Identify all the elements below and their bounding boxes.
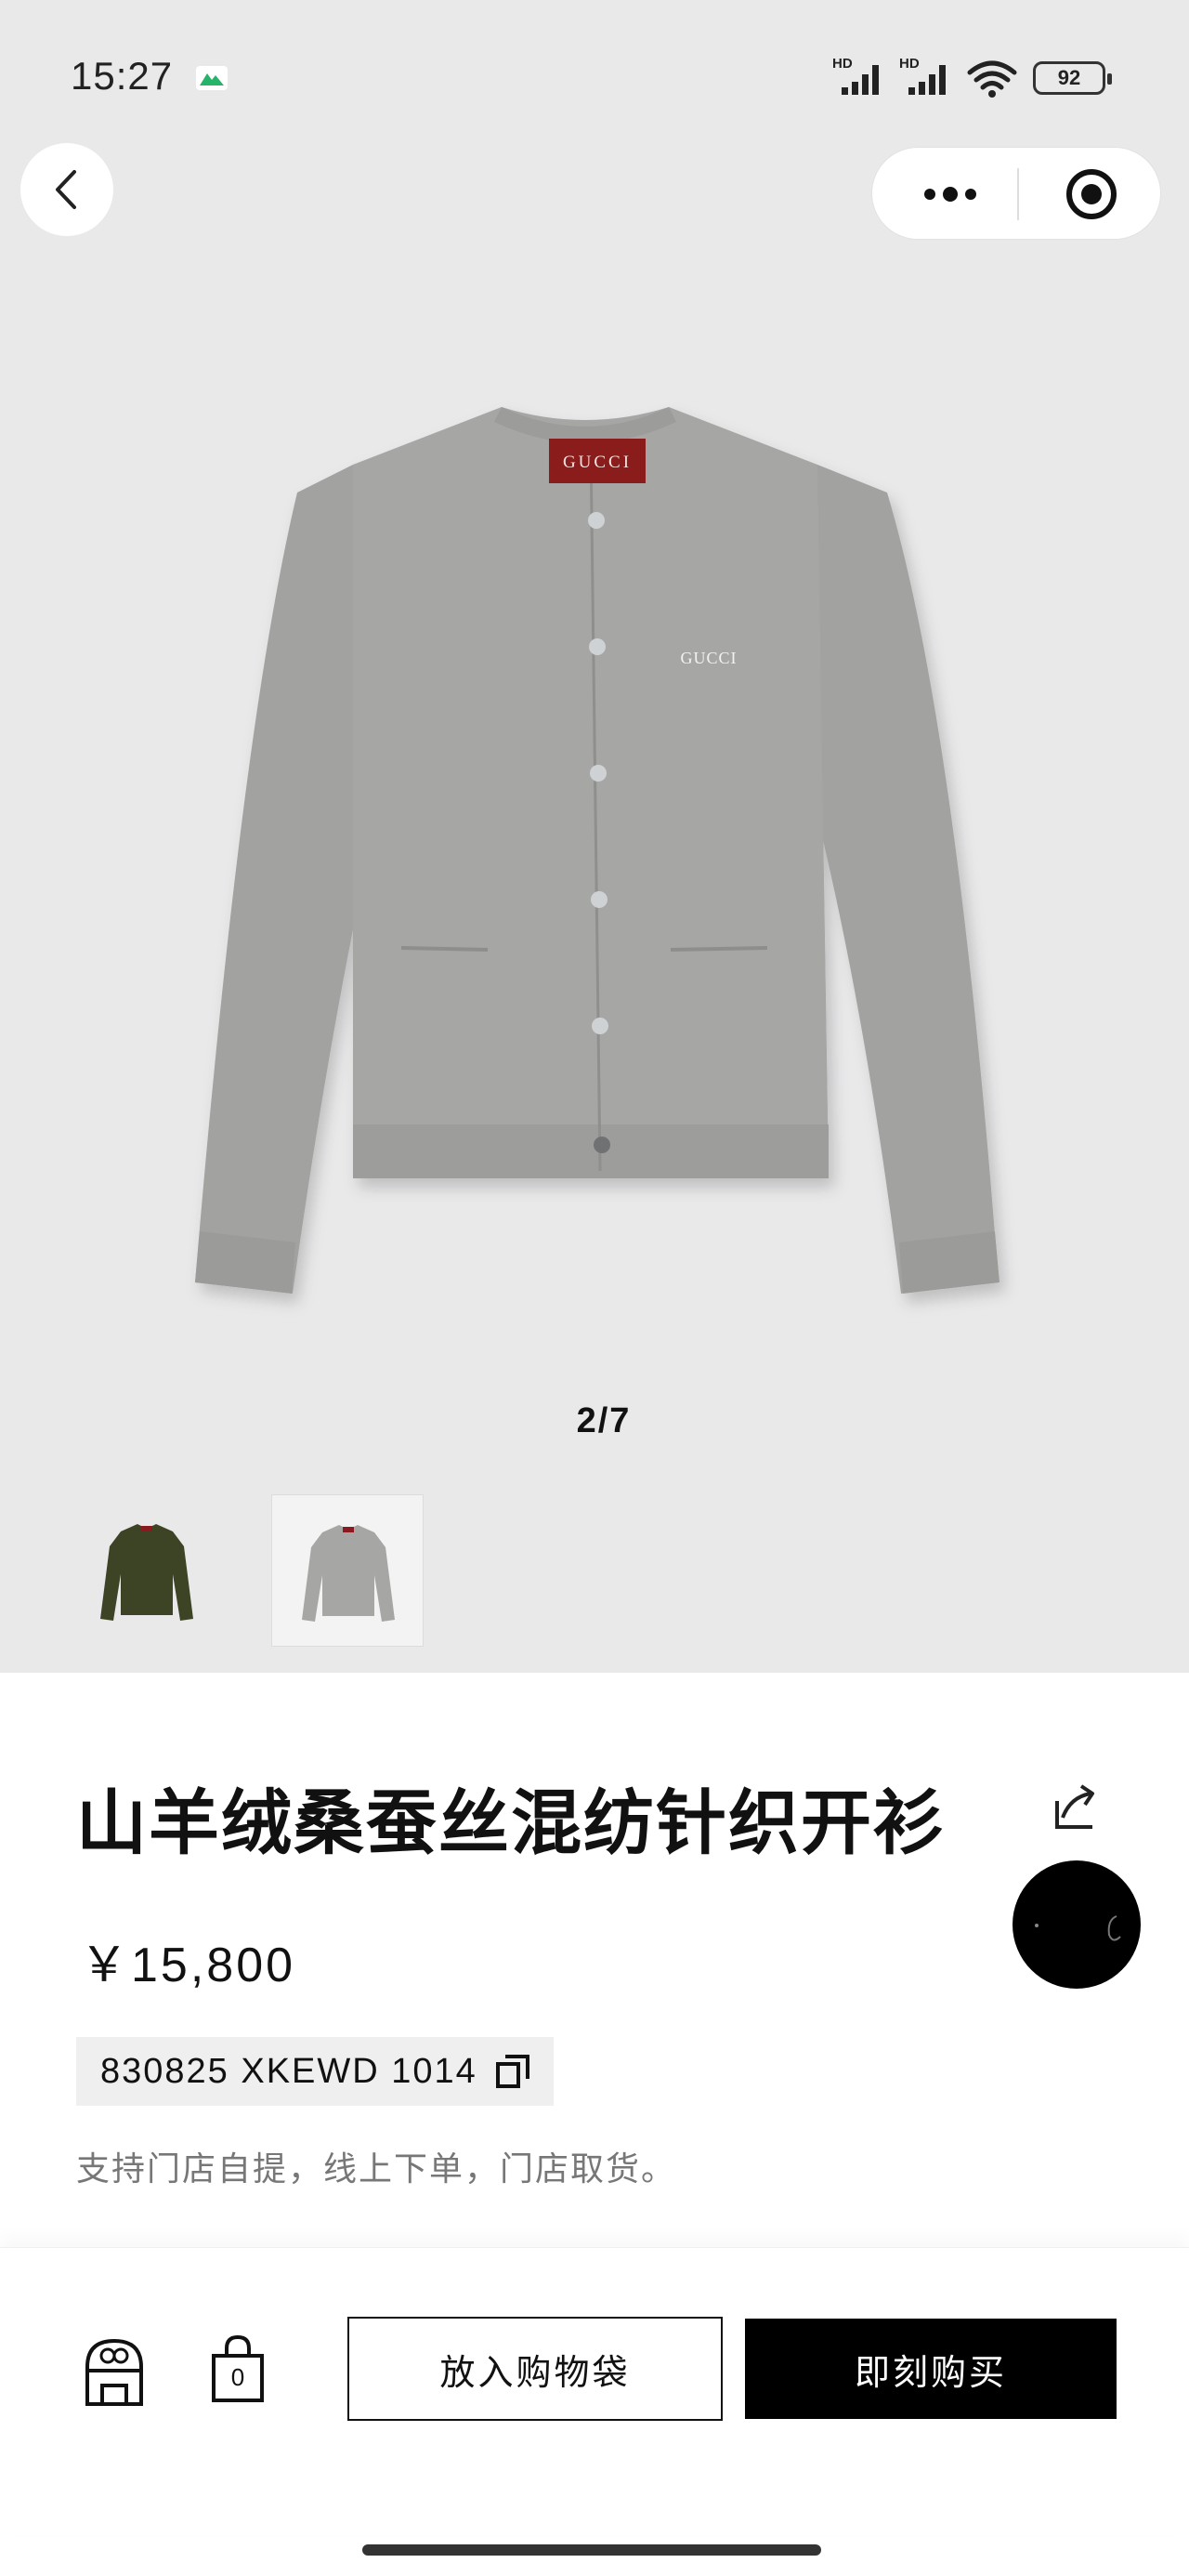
bag-count: 0	[230, 2363, 245, 2391]
status-time: 15:27	[71, 54, 174, 98]
bottom-action-bar: 0 放入购物袋 即刻购买	[0, 2247, 1189, 2535]
capsule-divider	[1017, 168, 1019, 220]
shopping-bag-button[interactable]: 0	[208, 2333, 268, 2404]
mini-program-capsule	[871, 147, 1161, 240]
thumbnail-gray-cardigan[interactable]	[271, 1494, 424, 1647]
share-icon[interactable]	[1048, 1781, 1102, 1834]
add-to-bag-button[interactable]: 放入购物袋	[347, 2317, 723, 2421]
chevron-left-icon	[56, 170, 76, 209]
wifi-icon	[967, 60, 1017, 98]
chest-logo-text: GUCCI	[680, 649, 737, 667]
signal-icon-1: HD	[832, 56, 890, 97]
copy-icon[interactable]	[494, 2053, 531, 2090]
battery-indicator: 92	[1033, 61, 1112, 95]
pickup-note: 支持门店自提，线上下单，门店取货。	[76, 2150, 677, 2188]
more-dots-icon[interactable]	[913, 176, 987, 213]
app-notification-icon	[196, 66, 228, 90]
back-button[interactable]	[20, 143, 113, 236]
floating-service-button[interactable]	[1013, 1860, 1141, 1989]
product-title: 山羊绒桑蚕丝混纺针织开衫	[76, 1781, 946, 1864]
product-gallery: 15:27 HD HD 92 GUCCI GUCCI 2/7	[0, 0, 1189, 1673]
buy-now-button[interactable]: 即刻购买	[745, 2319, 1117, 2419]
product-price: ￥15,800	[80, 1939, 296, 1992]
status-bar: 15:27 HD HD 92	[0, 0, 1189, 149]
image-pager: 2/7	[576, 1401, 632, 1440]
store-icon[interactable]	[82, 2337, 147, 2406]
home-indicator[interactable]	[362, 2544, 821, 2556]
signal-icon-2: HD	[899, 56, 957, 97]
product-image[interactable]: GUCCI GUCCI	[167, 390, 1022, 1320]
thumbnail-green-cardigan[interactable]	[71, 1494, 223, 1647]
neck-label-text: GUCCI	[563, 453, 632, 472]
sku-box[interactable]: 830825 XKEWD 1014	[76, 2037, 554, 2106]
sku-text: 830825 XKEWD 1014	[100, 2051, 477, 2091]
target-icon[interactable]	[1064, 166, 1119, 222]
app-root: 15:27 HD HD 92 GUCCI GUCCI 2/7 山羊绒桑蚕丝混纺针…	[0, 0, 1189, 2576]
